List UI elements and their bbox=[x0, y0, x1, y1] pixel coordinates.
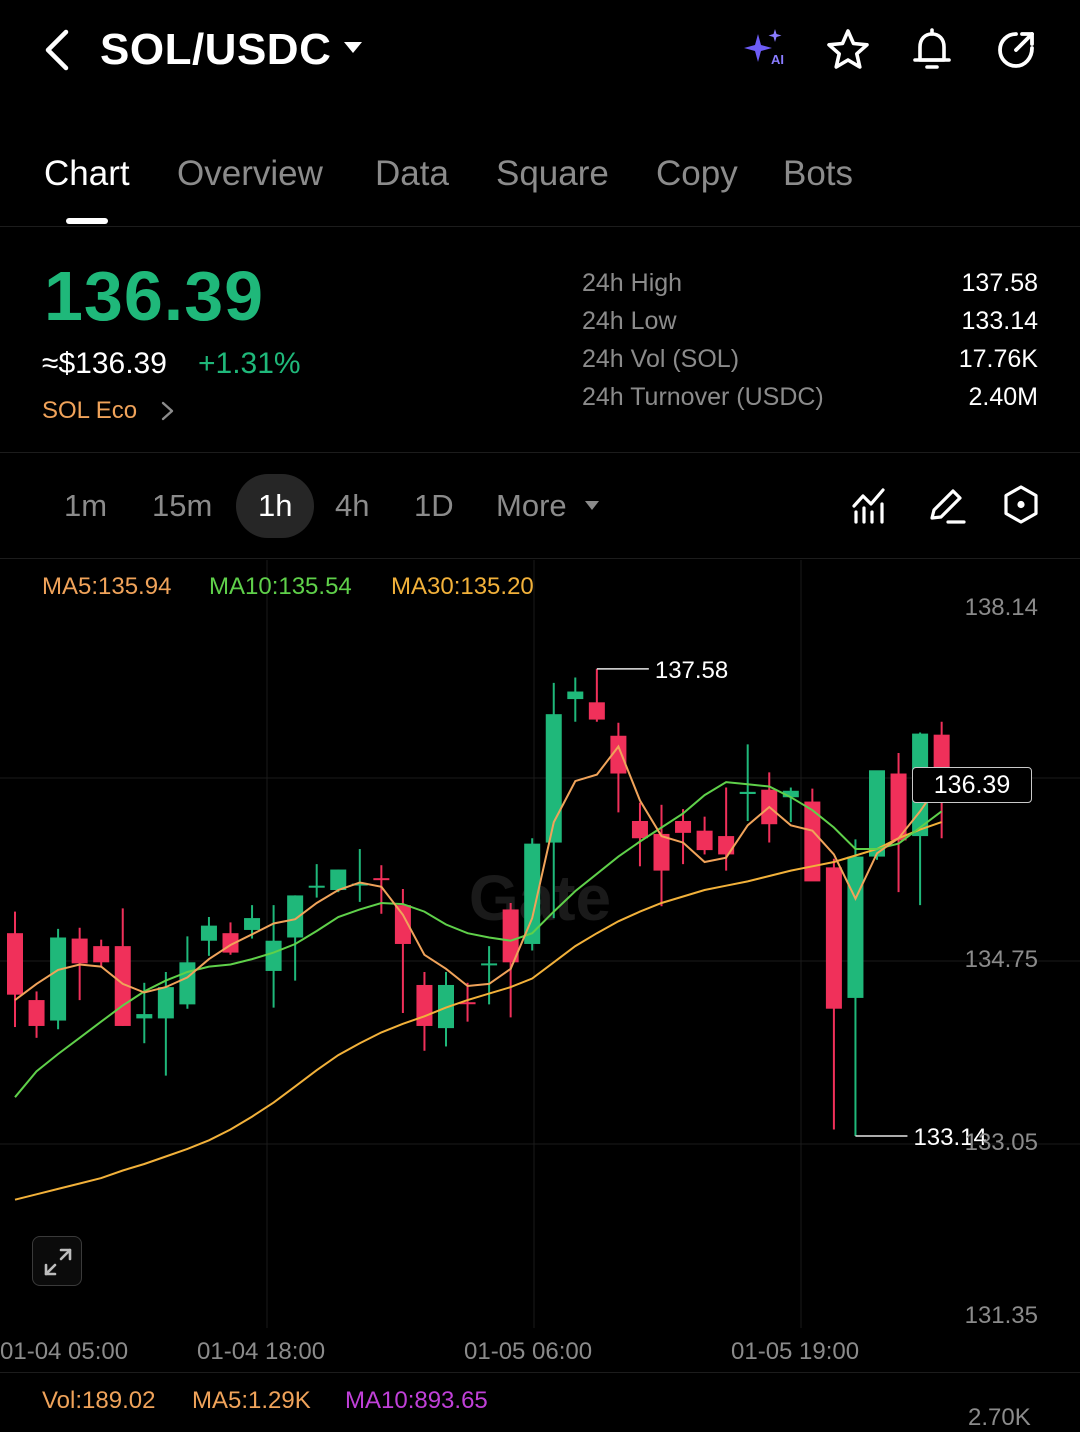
candle-body bbox=[696, 830, 713, 851]
candle-body bbox=[71, 938, 88, 964]
candle-body bbox=[28, 1000, 45, 1026]
stat-low-label: 24h Low bbox=[582, 307, 677, 335]
tab-bar: Chart Overview Data Square Copy Bots bbox=[0, 140, 1080, 227]
top-bar: SOL/USDC AI bbox=[0, 0, 1080, 110]
candle-body bbox=[244, 918, 261, 930]
tab-overview[interactable]: Overview bbox=[177, 154, 323, 194]
interval-15m[interactable]: 15m bbox=[152, 486, 212, 526]
stat-volume-label: 24h Vol (SOL) bbox=[582, 345, 740, 373]
fullscreen-button[interactable] bbox=[32, 1236, 82, 1286]
y-tick-label: 133.05 bbox=[964, 1129, 1038, 1156]
chevron-down-icon[interactable] bbox=[342, 40, 364, 56]
candle-body bbox=[739, 791, 756, 795]
divider bbox=[0, 1372, 1080, 1373]
candle-body bbox=[847, 856, 864, 998]
interval-more[interactable]: More bbox=[496, 486, 567, 526]
ma-lines bbox=[14, 744, 943, 1201]
stat-volume-value: 17.76K bbox=[958, 345, 1038, 373]
candle-body bbox=[265, 940, 282, 971]
sol-eco-link[interactable]: SOL Eco bbox=[42, 396, 137, 426]
divider bbox=[0, 452, 1080, 453]
candle-body bbox=[869, 770, 885, 857]
stat-high-label: 24h High bbox=[582, 269, 683, 297]
candle-body bbox=[93, 946, 110, 963]
stat-high-value: 137.58 bbox=[961, 269, 1038, 297]
candle-body bbox=[136, 1014, 153, 1019]
draw-icon[interactable] bbox=[926, 484, 968, 526]
bell-icon[interactable] bbox=[908, 26, 956, 74]
tab-data[interactable]: Data bbox=[375, 154, 449, 194]
back-icon[interactable] bbox=[36, 24, 86, 76]
chevron-down-icon[interactable] bbox=[584, 500, 600, 512]
y-tick-label: 134.75 bbox=[964, 946, 1038, 973]
star-icon[interactable] bbox=[824, 26, 872, 74]
x-tick-label: 01-04 18:00 bbox=[197, 1338, 326, 1365]
stat-low-value: 133.14 bbox=[961, 307, 1038, 335]
expand-icon bbox=[44, 1248, 72, 1276]
candle-body bbox=[653, 833, 670, 871]
x-tick-label: 01-05 19:00 bbox=[731, 1338, 860, 1365]
usd-price: ≈$136.39 bbox=[42, 347, 167, 380]
volume-ma5-legend: MA5:1.29K bbox=[192, 1387, 311, 1414]
candle-body bbox=[825, 867, 842, 1009]
current-price-tag: 136.39 bbox=[912, 767, 1032, 803]
candle-body bbox=[588, 702, 605, 720]
interval-1d[interactable]: 1D bbox=[414, 486, 454, 526]
tab-square[interactable]: Square bbox=[496, 154, 609, 194]
x-tick-label: 01-05 06:00 bbox=[464, 1338, 593, 1365]
interval-4h[interactable]: 4h bbox=[335, 486, 369, 526]
tab-chart[interactable]: Chart bbox=[44, 154, 130, 194]
chevron-right-icon[interactable] bbox=[158, 398, 178, 424]
change-percent: +1.31% bbox=[198, 347, 301, 380]
ma10-line bbox=[14, 781, 943, 1098]
share-icon[interactable] bbox=[992, 26, 1040, 74]
candlestick-chart[interactable]: Gate 137.58133.14 bbox=[0, 560, 1080, 1372]
ai-badge: AI bbox=[771, 52, 784, 67]
stat-turnover-value: 2.40M bbox=[968, 383, 1038, 411]
y-tick-label: 131.35 bbox=[964, 1302, 1038, 1329]
x-tick-label: 01-04 05:00 bbox=[0, 1338, 129, 1365]
extreme-markers: 137.58133.14 bbox=[596, 657, 987, 1151]
ma10-legend: MA10:135.54 bbox=[209, 573, 352, 600]
tab-copy[interactable]: Copy bbox=[656, 154, 738, 194]
ma5-legend: MA5:135.94 bbox=[42, 573, 172, 600]
volume-ma10-legend: MA10:893.65 bbox=[345, 1387, 488, 1414]
ai-sparkle-icon[interactable]: AI bbox=[740, 26, 788, 74]
candle-body bbox=[200, 925, 217, 941]
last-price: 136.39 bbox=[44, 257, 265, 335]
pair-title[interactable]: SOL/USDC bbox=[100, 24, 331, 76]
settings-hex-icon[interactable] bbox=[1000, 484, 1042, 526]
active-tab-indicator bbox=[66, 218, 108, 224]
candle-body bbox=[157, 987, 174, 1019]
divider bbox=[0, 558, 1080, 559]
candle-body bbox=[718, 836, 735, 855]
candle-body bbox=[7, 933, 23, 995]
candle-body bbox=[50, 937, 67, 1021]
candle-body bbox=[330, 869, 347, 891]
ma30-legend: MA30:135.20 bbox=[391, 573, 534, 600]
high-marker-label: 137.58 bbox=[655, 657, 728, 684]
candle-body bbox=[179, 962, 196, 1005]
interval-1h[interactable]: 1h bbox=[258, 486, 292, 526]
stat-turnover-label: 24h Turnover (USDC) bbox=[582, 383, 824, 411]
tab-bots[interactable]: Bots bbox=[783, 154, 853, 194]
candle-body bbox=[287, 895, 304, 938]
candle-body bbox=[567, 691, 584, 700]
chart-grid bbox=[0, 560, 1080, 1328]
candle-body bbox=[481, 963, 498, 966]
candle-body bbox=[675, 820, 692, 833]
y-tick-label: 138.14 bbox=[964, 594, 1038, 621]
candle-body bbox=[308, 885, 325, 888]
volume-legend: Vol:189.02 bbox=[42, 1387, 156, 1414]
candle-body bbox=[373, 878, 390, 881]
volume-axis-label: 2.70K bbox=[968, 1404, 1031, 1431]
indicators-icon[interactable] bbox=[850, 484, 892, 526]
candle-body bbox=[416, 984, 433, 1026]
candle-body bbox=[631, 820, 648, 839]
interval-1m[interactable]: 1m bbox=[64, 486, 107, 526]
